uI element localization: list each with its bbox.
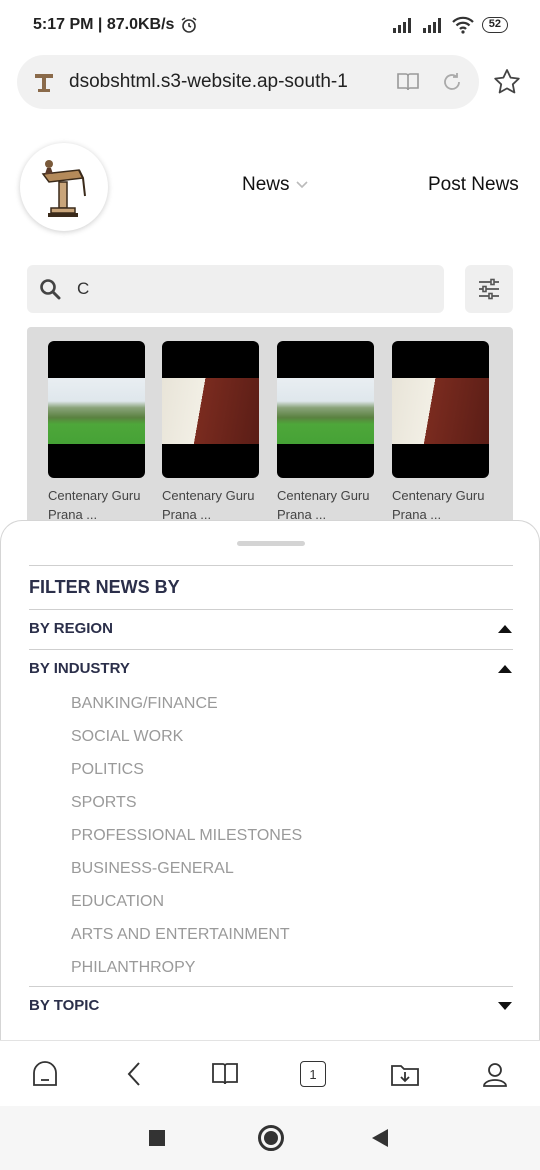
filter-by-topic[interactable]: BY TOPIC bbox=[29, 997, 513, 1014]
home-circle-icon[interactable] bbox=[258, 1125, 284, 1151]
news-cards-strip: Centenary Guru Prana ... Centenary Guru Pr… bbox=[27, 327, 513, 537]
news-card[interactable]: Centenary Guru Prana ... bbox=[162, 341, 259, 524]
filter-bottom-sheet: FILTER NEWS BY BY REGION BY INDUSTRY BAN… bbox=[0, 520, 540, 1040]
divider bbox=[29, 609, 513, 610]
status-bar: 5:17 PM | 87.0KB/s 52 bbox=[0, 0, 540, 50]
search-input[interactable]: C bbox=[27, 265, 444, 313]
bookmark-star-icon[interactable] bbox=[493, 68, 521, 96]
news-card-caption[interactable]: Centenary Guru Prana ... bbox=[48, 486, 145, 524]
sheet-drag-handle[interactable] bbox=[237, 541, 305, 546]
news-card-thumbnail[interactable] bbox=[162, 341, 259, 478]
collapse-arrow-icon[interactable] bbox=[498, 624, 512, 633]
search-icon bbox=[40, 279, 61, 300]
food-photo bbox=[392, 378, 489, 444]
news-card[interactable]: Centenary Guru Prana ... bbox=[277, 341, 374, 524]
industry-option[interactable]: BANKING/FINANCE bbox=[71, 695, 302, 728]
industry-option[interactable]: SPORTS bbox=[71, 794, 302, 827]
downloads-folder-icon[interactable] bbox=[390, 1059, 420, 1089]
industry-option[interactable]: POLITICS bbox=[71, 761, 302, 794]
section-label: BY INDUSTRY bbox=[29, 660, 130, 677]
nav-news-label: News bbox=[242, 174, 290, 195]
filter-by-region[interactable]: BY REGION bbox=[29, 620, 513, 637]
status-left: 5:17 PM | 87.0KB/s bbox=[33, 16, 198, 34]
filter-title: FILTER NEWS BY bbox=[29, 577, 180, 597]
industry-option[interactable]: PHILANTHROPY bbox=[71, 959, 302, 992]
back-icon[interactable] bbox=[120, 1059, 150, 1089]
filter-button[interactable] bbox=[465, 265, 513, 313]
industry-list: BANKING/FINANCE SOCIAL WORK POLITICS SPO… bbox=[71, 695, 302, 992]
lectern-logo-icon bbox=[41, 160, 86, 217]
reload-icon[interactable] bbox=[439, 69, 465, 95]
home-icon[interactable] bbox=[30, 1059, 60, 1089]
site-logo[interactable] bbox=[20, 143, 108, 231]
battery-indicator: 52 bbox=[481, 17, 508, 33]
bookmarks-book-icon[interactable] bbox=[210, 1059, 240, 1089]
caption-line: Centenary Guru bbox=[162, 488, 255, 503]
industry-option[interactable]: BUSINESS-GENERAL bbox=[71, 860, 302, 893]
status-time: 5:17 PM | 87.0KB/s bbox=[33, 16, 175, 33]
browser-toolbar: 1 bbox=[0, 1040, 540, 1106]
house-photo bbox=[48, 378, 145, 444]
site-favicon-icon bbox=[35, 74, 53, 92]
industry-option[interactable]: EDUCATION bbox=[71, 893, 302, 926]
section-label: BY TOPIC bbox=[29, 997, 100, 1014]
news-card-caption[interactable]: Centenary Guru Prana ... bbox=[162, 486, 259, 524]
chevron-down-icon bbox=[295, 181, 308, 189]
url-bar[interactable]: dsobshtml.s3-website.ap-south-1 bbox=[17, 55, 479, 109]
caption-line: Centenary Guru bbox=[392, 488, 485, 503]
news-card-thumbnail[interactable] bbox=[48, 341, 145, 478]
collapse-arrow-icon[interactable] bbox=[498, 664, 512, 673]
industry-option[interactable]: ARTS AND ENTERTAINMENT bbox=[71, 926, 302, 959]
tabs-count-button[interactable]: 1 bbox=[300, 1061, 326, 1087]
divider bbox=[29, 986, 513, 987]
industry-option[interactable]: SOCIAL WORK bbox=[71, 728, 302, 761]
reader-mode-icon[interactable] bbox=[395, 69, 421, 95]
nav-post-news[interactable]: Post News bbox=[428, 174, 519, 196]
nav-news-dropdown[interactable]: News bbox=[242, 174, 308, 196]
recents-icon[interactable] bbox=[149, 1130, 165, 1146]
android-nav-bar bbox=[0, 1106, 540, 1170]
news-card-thumbnail[interactable] bbox=[392, 341, 489, 478]
wifi-icon bbox=[451, 16, 474, 34]
caption-line: Centenary Guru bbox=[277, 488, 370, 503]
news-card-thumbnail[interactable] bbox=[277, 341, 374, 478]
section-label: BY REGION bbox=[29, 620, 113, 637]
news-card[interactable]: Centenary Guru Prana ... bbox=[48, 341, 145, 524]
news-card-caption[interactable]: Centenary Guru Prana ... bbox=[277, 486, 374, 524]
signal-icon bbox=[392, 18, 411, 33]
signal-icon-2 bbox=[422, 18, 441, 33]
url-text[interactable]: dsobshtml.s3-website.ap-south-1 bbox=[69, 71, 377, 93]
caption-line: Centenary Guru bbox=[48, 488, 141, 503]
status-right: 52 bbox=[392, 16, 508, 34]
divider bbox=[29, 565, 513, 566]
alarm-icon bbox=[181, 17, 197, 33]
expand-arrow-icon[interactable] bbox=[498, 1001, 512, 1010]
back-triangle-icon[interactable] bbox=[372, 1129, 388, 1147]
sliders-icon bbox=[479, 278, 499, 300]
food-photo bbox=[162, 378, 259, 444]
profile-icon[interactable] bbox=[480, 1059, 510, 1089]
filter-by-industry[interactable]: BY INDUSTRY bbox=[29, 660, 513, 677]
search-value[interactable]: C bbox=[77, 279, 89, 299]
industry-option[interactable]: PROFESSIONAL MILESTONES bbox=[71, 827, 302, 860]
house-photo bbox=[277, 378, 374, 444]
news-card[interactable]: Centenary Guru Prana ... bbox=[392, 341, 489, 524]
divider bbox=[29, 649, 513, 650]
news-card-caption[interactable]: Centenary Guru Prana ... bbox=[392, 486, 489, 524]
